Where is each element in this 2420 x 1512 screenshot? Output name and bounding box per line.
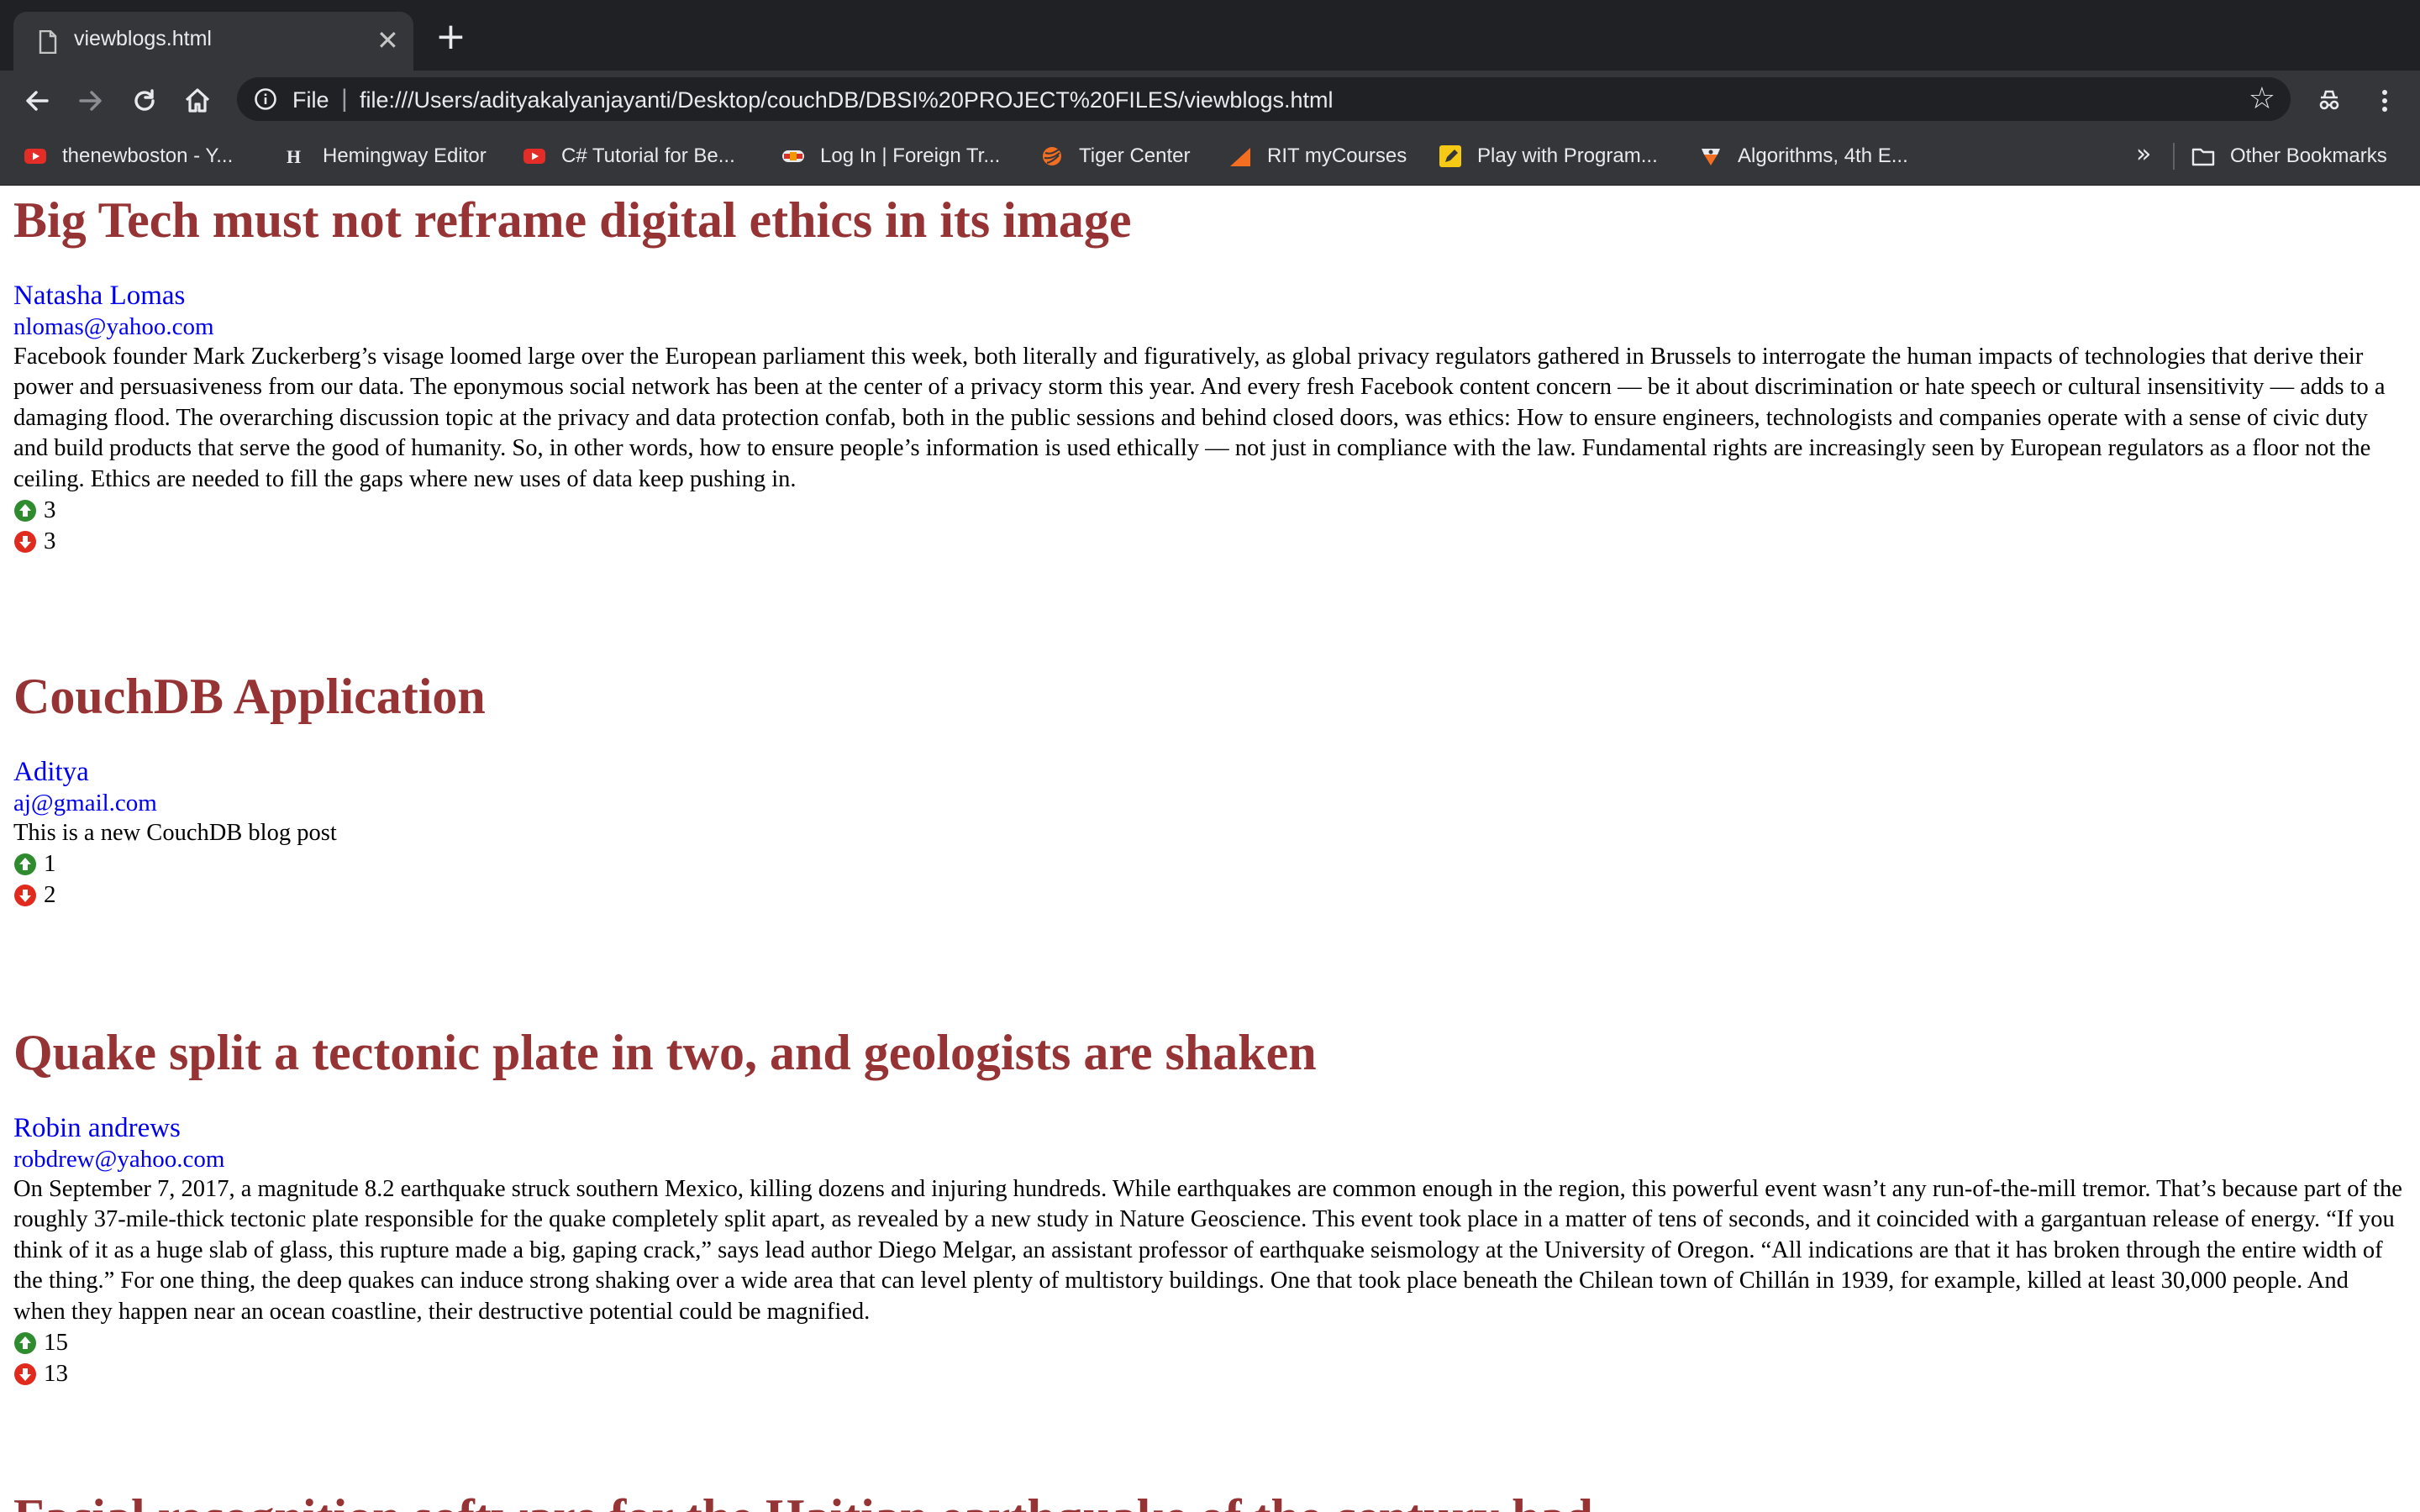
downvote-count: 3 <box>44 528 56 555</box>
bookmark-label: C# Tutorial for Be... <box>561 144 735 167</box>
scheme-separator: | <box>341 85 348 113</box>
bookmark-star-icon[interactable]: ☆ <box>2249 82 2275 116</box>
bookmarks-divider <box>2173 143 2175 170</box>
bookmarks-bar: thenewboston - Y... H Hemingway Editor C… <box>0 128 2420 186</box>
bookmark-label: Log In | Foreign Tr... <box>820 144 1001 167</box>
address-bar[interactable]: File | file:///Users/adityakalyanjayanti… <box>237 77 2291 121</box>
tiger-icon <box>1040 144 1064 168</box>
bookmark-label: Hemingway Editor <box>323 144 487 167</box>
downvote-row: 2 <box>13 879 2404 911</box>
blog-post: CouchDB Application Aditya aj@gmail.com … <box>13 667 2404 911</box>
forward-arrow-icon[interactable] <box>76 86 106 116</box>
upvote-icon[interactable] <box>13 1331 37 1355</box>
tab-title: viewblogs.html <box>74 27 212 50</box>
post-title: Facial recognition software for the Hait… <box>13 1488 2404 1512</box>
post-email: robdrew@yahoo.com <box>13 1146 225 1173</box>
bookmark-thenewboston[interactable]: thenewboston - Y... <box>24 141 233 171</box>
bookmark-label: Tiger Center <box>1079 144 1191 167</box>
bookmark-algorithms[interactable]: Algorithms, 4th E... <box>1699 141 1908 171</box>
post-body: This is a new CouchDB blog post <box>13 820 337 846</box>
info-icon[interactable] <box>254 87 277 111</box>
post-email: nlomas@yahoo.com <box>13 313 214 340</box>
menu-dots-icon[interactable] <box>2370 86 2400 116</box>
blog-post: Quake split a tectonic plate in two, and… <box>13 1023 2404 1389</box>
scheme-label: File <box>292 87 329 113</box>
upvote-icon[interactable] <box>13 853 37 876</box>
blog-post: Big Tech must not reframe digital ethics… <box>13 191 2404 557</box>
other-bookmarks-label: Other Bookmarks <box>2230 144 2387 167</box>
downvote-row: 13 <box>13 1358 2404 1389</box>
bookmark-csharp-tutorial[interactable]: C# Tutorial for Be... <box>523 141 735 171</box>
downvote-count: 2 <box>44 881 56 909</box>
post-title: Quake split a tectonic plate in two, and… <box>13 1025 1317 1080</box>
upvote-row: 3 <box>13 495 2404 526</box>
bookmark-play-with-programming[interactable]: Play with Program... <box>1439 141 1658 171</box>
bookmark-label: Algorithms, 4th E... <box>1738 144 1908 167</box>
youtube-icon <box>24 144 47 168</box>
home-icon[interactable] <box>182 86 213 116</box>
bookmark-tiger-center[interactable]: Tiger Center <box>1040 141 1191 171</box>
downvote-count: 13 <box>44 1360 68 1388</box>
post-email: aj@gmail.com <box>13 790 157 816</box>
svg-text:H: H <box>287 146 301 167</box>
downvote-row: 3 <box>13 526 2404 557</box>
tab-strip: viewblogs.html ✕ + <box>0 0 2420 71</box>
bookmark-label: RIT myCourses <box>1267 144 1407 167</box>
active-tab[interactable]: viewblogs.html ✕ <box>13 12 413 71</box>
close-tab-icon[interactable]: ✕ <box>376 24 399 57</box>
algorithms-icon <box>1699 144 1723 168</box>
reload-icon[interactable] <box>129 86 160 116</box>
post-title: Big Tech must not reframe digital ethics… <box>13 192 1132 248</box>
blog-post-partial: Facial recognition software for the Hait… <box>13 1488 2404 1512</box>
login-icon <box>781 144 805 168</box>
upvote-icon[interactable] <box>13 499 37 522</box>
bookmark-rit-mycourses[interactable]: RIT myCourses <box>1228 141 1407 171</box>
bookmark-foreign-trade[interactable]: Log In | Foreign Tr... <box>781 141 1000 171</box>
document-icon <box>39 29 57 55</box>
upvote-row: 15 <box>13 1327 2404 1358</box>
other-bookmarks-folder[interactable]: Other Bookmarks <box>2191 141 2387 171</box>
bookmark-hemingway[interactable]: H Hemingway Editor <box>284 141 487 171</box>
upvote-count: 3 <box>44 496 56 524</box>
post-title: CouchDB Application <box>13 669 486 724</box>
upvote-count: 15 <box>44 1329 68 1357</box>
youtube-icon <box>523 144 546 168</box>
post-author: Robin andrews <box>13 1113 181 1143</box>
post-body: Facebook founder Mark Zuckerberg’s visag… <box>13 344 2386 492</box>
post-body: On September 7, 2017, a magnitude 8.2 ea… <box>13 1176 2402 1325</box>
back-arrow-icon[interactable] <box>22 86 52 116</box>
browser-toolbar: File | file:///Users/adityakalyanjayanti… <box>0 71 2420 128</box>
post-author: Natasha Lomas <box>13 281 186 311</box>
new-tab-icon[interactable]: + <box>435 18 466 55</box>
post-author: Aditya <box>13 757 89 787</box>
page-viewport: Big Tech must not reframe digital ethics… <box>0 186 2420 1512</box>
url-text[interactable]: file:///Users/adityakalyanjayanti/Deskto… <box>360 87 1333 113</box>
more-bookmarks-chevron-icon[interactable]: » <box>2136 139 2151 169</box>
downvote-icon[interactable] <box>13 1362 37 1386</box>
downvote-icon[interactable] <box>13 884 37 907</box>
bookmark-label: thenewboston - Y... <box>62 144 234 167</box>
bookmark-label: Play with Program... <box>1477 144 1658 167</box>
folder-icon <box>2191 144 2215 168</box>
incognito-extension-icon[interactable] <box>2314 86 2344 116</box>
hemingway-icon: H <box>284 144 308 168</box>
downvote-icon[interactable] <box>13 530 37 554</box>
upvote-row: 1 <box>13 848 2404 879</box>
mycourses-icon <box>1228 144 1252 168</box>
upvote-count: 1 <box>44 850 56 878</box>
pencil-icon <box>1439 144 1462 168</box>
